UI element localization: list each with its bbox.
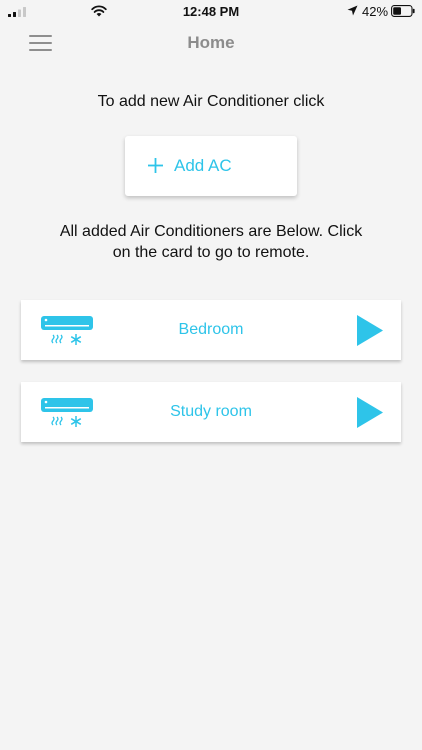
add-ac-button-label: Add AC	[174, 156, 232, 175]
status-time: 12:48 PM	[182, 4, 240, 19]
ac-card-name: Study room	[170, 403, 252, 420]
ac-card-study-room[interactable]: Study room	[21, 382, 401, 442]
cards-instructions-line-1: All added Air Conditioners are Below. Cl…	[59, 223, 363, 240]
battery-percentage: 42%	[362, 4, 389, 19]
play-icon	[357, 315, 383, 346]
plus-icon	[148, 158, 163, 173]
cards-instructions-line-2: on the card to go to remote.	[112, 244, 310, 261]
play-icon	[357, 397, 383, 428]
cards-instructions: All added Air Conditioners are Below. Cl…	[0, 221, 422, 263]
ac-card-name: Bedroom	[178, 321, 244, 338]
ac-card-bedroom[interactable]: Bedroom	[21, 300, 401, 360]
status-bar: 12:48 PM 42%	[0, 0, 422, 24]
location-arrow-icon	[347, 5, 358, 16]
add-ac-prompt: To add new Air Conditioner click	[97, 93, 325, 110]
page-title: Home	[187, 33, 235, 52]
add-ac-button[interactable]: Add AC	[125, 136, 297, 196]
battery-icon	[391, 5, 415, 17]
